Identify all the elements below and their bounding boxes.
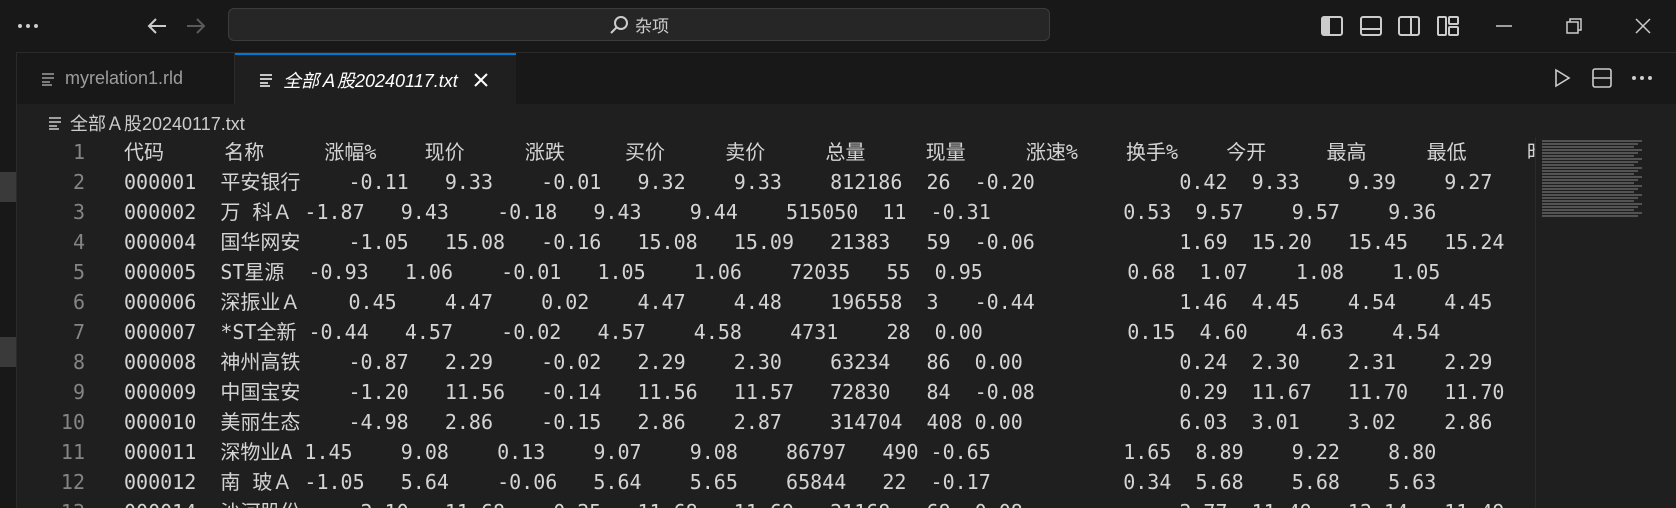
close-window-icon[interactable]	[1627, 10, 1659, 42]
more-menu-icon[interactable]	[12, 10, 44, 42]
minimap-line	[1542, 140, 1642, 142]
text-file-icon	[259, 73, 273, 87]
minimap-line	[1542, 152, 1638, 154]
minimap-line	[1542, 158, 1642, 160]
minimap-line	[1542, 155, 1634, 157]
line-text[interactable]: 代码 名称 涨幅% 现价 涨跌 买价 卖价 总量 现量 涨速% 换手% 今开 最…	[124, 137, 1535, 167]
toggle-secondary-sidebar-icon[interactable]	[1393, 10, 1425, 42]
line-text[interactable]: 000008 神州高铁 -0.87 2.29 -0.02 2.29 2.30 6…	[124, 347, 1492, 377]
line-number: 10	[60, 410, 85, 434]
line-number: 8	[72, 350, 85, 374]
close-tab-icon[interactable]	[474, 72, 488, 87]
line-number: 11	[60, 440, 85, 464]
breadcrumb[interactable]: 全部Ａ股20240117.txt	[48, 108, 245, 138]
editor[interactable]: 1 代码 名称 涨幅% 现价 涨跌 买价 卖价 总量 现量 涨速% 换手% 今开 …	[17, 137, 1535, 508]
line-number: 2	[72, 170, 85, 194]
restore-window-icon[interactable]	[1558, 10, 1590, 42]
line-number: 9	[72, 380, 85, 404]
search-icon	[609, 15, 629, 35]
tab-active-file[interactable]: 全部Ａ股20240117.txt	[235, 53, 516, 104]
run-icon[interactable]	[1546, 62, 1578, 94]
minimap-line	[1542, 185, 1642, 187]
minimap-line	[1542, 143, 1638, 145]
minimap-line	[1542, 200, 1634, 202]
code-line[interactable]: 1 代码 名称 涨幅% 现价 涨跌 买价 卖价 总量 现量 涨速% 换手% 今开 …	[17, 137, 1535, 167]
minimap-line	[1542, 173, 1634, 175]
line-text[interactable]: 000004 国华网安 -1.05 15.08 -0.16 15.08 15.0…	[124, 227, 1504, 257]
line-text[interactable]: 000009 中国宝安 -1.20 11.56 -0.14 11.56 11.5…	[124, 377, 1504, 407]
text-file-icon	[41, 72, 55, 86]
line-text[interactable]: 000002 万 科Ａ -1.87 9.43 -0.18 9.43 9.44 5…	[124, 197, 1436, 227]
line-text[interactable]: 000006 深振业Ａ 0.45 4.47 0.02 4.47 4.48 196…	[124, 287, 1492, 317]
minimap-line	[1542, 149, 1642, 151]
text-file-icon	[48, 116, 62, 130]
tab-label: myrelation1.rld	[65, 68, 184, 88]
line-number: 12	[60, 470, 85, 494]
code-line[interactable]: 13 000014 沙河股份 -2.10 11.68 -0.25 11.68 11…	[17, 497, 1535, 508]
code-line[interactable]: 8 000008 神州高铁 -0.87 2.29 -0.02 2.29 2.30 …	[17, 347, 1535, 377]
minimap-line	[1542, 176, 1642, 178]
minimap-line	[1542, 197, 1638, 199]
breadcrumb-file: 全部Ａ股20240117.txt	[70, 114, 245, 134]
code-line[interactable]: 2 000001 平安银行 -0.11 9.33 -0.01 9.32 9.33 …	[17, 167, 1535, 197]
activity-strip	[0, 52, 17, 508]
toggle-primary-sidebar-icon[interactable]	[1316, 10, 1348, 42]
line-number: 3	[72, 200, 85, 224]
minimap-line	[1542, 212, 1642, 214]
tab-label: 全部Ａ股20240117.txt	[283, 70, 458, 91]
line-text[interactable]: 000011 深物业A 1.45 9.08 0.13 9.07 9.08 867…	[124, 437, 1436, 467]
line-text[interactable]: 000001 平安银行 -0.11 9.33 -0.01 9.32 9.33 8…	[124, 167, 1492, 197]
more-actions-icon[interactable]	[1626, 62, 1658, 94]
title-bar: 杂项	[0, 0, 1676, 52]
minimap-line	[1542, 215, 1638, 217]
line-text[interactable]: 000010 美丽生态 -4.98 2.86 -0.15 2.86 2.87 3…	[124, 407, 1492, 437]
minimap-line	[1542, 164, 1634, 166]
minimap-line	[1542, 179, 1638, 181]
code-line[interactable]: 10 000010 美丽生态 -4.98 2.86 -0.15 2.86 2.87…	[17, 407, 1535, 437]
code-line[interactable]: 11 000011 深物业A 1.45 9.08 0.13 9.07 9.08 8…	[17, 437, 1535, 467]
minimap-line	[1542, 203, 1642, 205]
line-text[interactable]: 000012 南 玻Ａ -1.05 5.64 -0.06 5.64 5.65 6…	[124, 467, 1436, 497]
back-arrow-icon[interactable]	[141, 10, 173, 42]
code-line[interactable]: 9 000009 中国宝安 -1.20 11.56 -0.14 11.56 11.…	[17, 377, 1535, 407]
minimap-line	[1542, 188, 1638, 190]
command-center-search[interactable]: 杂项	[228, 8, 1050, 41]
line-number: 4	[72, 230, 85, 254]
minimap-line	[1542, 209, 1634, 211]
activity-marker	[0, 337, 16, 367]
minimap-line	[1542, 191, 1634, 193]
activity-marker	[0, 172, 16, 202]
minimap-line	[1542, 146, 1634, 148]
code-line[interactable]: 3 000002 万 科Ａ -1.87 9.43 -0.18 9.43 9.44 …	[17, 197, 1535, 227]
minimap-line	[1542, 167, 1642, 169]
tab-myrelation1[interactable]: myrelation1.rld	[17, 53, 235, 104]
code-line[interactable]: 4 000004 国华网安 -1.05 15.08 -0.16 15.08 15.…	[17, 227, 1535, 257]
line-text[interactable]: 000014 沙河股份 -2.10 11.68 -0.25 11.68 11.6…	[124, 497, 1504, 508]
line-text[interactable]: 000005 ST星源 -0.93 1.06 -0.01 1.05 1.06 7…	[124, 257, 1440, 287]
search-label: 杂项	[635, 17, 669, 36]
minimap-line	[1542, 170, 1638, 172]
minimize-window-icon[interactable]	[1488, 10, 1520, 42]
code-line[interactable]: 7 000007 *ST全新 -0.44 4.57 -0.02 4.57 4.58…	[17, 317, 1535, 347]
line-number: 5	[72, 260, 85, 284]
line-text[interactable]: 000007 *ST全新 -0.44 4.57 -0.02 4.57 4.58 …	[124, 317, 1440, 347]
line-number: 13	[17, 497, 85, 508]
line-number: 1	[72, 140, 85, 164]
line-number: 7	[72, 320, 85, 344]
line-number: 6	[72, 290, 85, 314]
split-editor-icon[interactable]	[1586, 62, 1618, 94]
minimap-line	[1542, 194, 1642, 196]
code-line[interactable]: 6 000006 深振业Ａ 0.45 4.47 0.02 4.47 4.48 19…	[17, 287, 1535, 317]
minimap[interactable]	[1535, 137, 1655, 508]
minimap-line	[1542, 161, 1638, 163]
forward-arrow-icon[interactable]	[180, 10, 212, 42]
minimap-line	[1542, 206, 1638, 208]
customize-layout-icon[interactable]	[1432, 10, 1464, 42]
code-line[interactable]: 12 000012 南 玻Ａ -1.05 5.64 -0.06 5.64 5.65…	[17, 467, 1535, 497]
code-line[interactable]: 5 000005 ST星源 -0.93 1.06 -0.01 1.05 1.06 …	[17, 257, 1535, 287]
toggle-panel-icon[interactable]	[1355, 10, 1387, 42]
minimap-line	[1542, 182, 1634, 184]
